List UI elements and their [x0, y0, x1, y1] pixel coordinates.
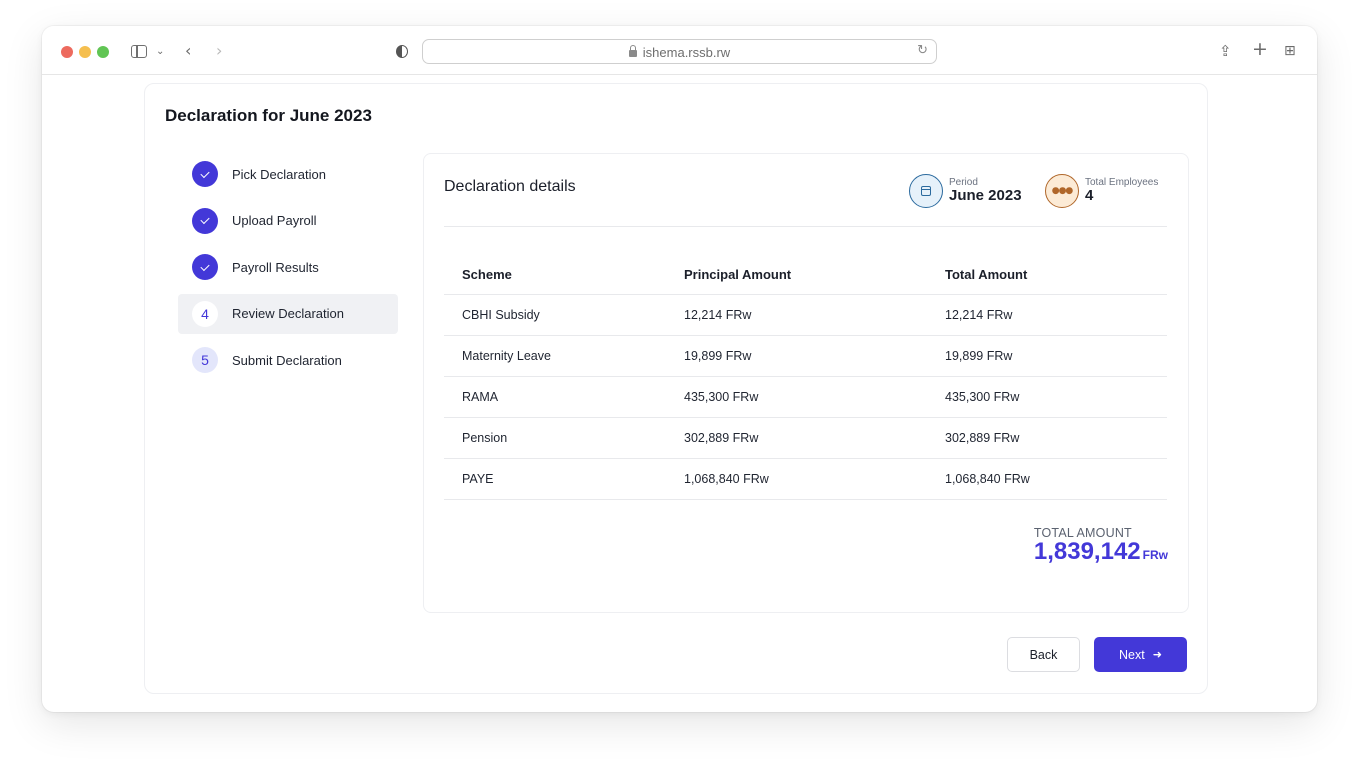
- next-button-label: Next: [1119, 647, 1145, 662]
- table-cell: 435,300 FRw: [684, 390, 759, 404]
- step-label: Submit Declaration: [232, 352, 342, 368]
- table-cell: Pension: [462, 431, 508, 445]
- url-display[interactable]: ishema.rssb.rw: [423, 45, 936, 60]
- step-pick-declaration[interactable]: Pick Declaration: [178, 154, 398, 194]
- back-button[interactable]: Back: [1007, 637, 1080, 672]
- step-number: 4: [192, 300, 218, 327]
- browser-window: ⌄ ‹ › ishema.rssb.rw ↻ ⇪ + ⊞ Declaration…: [42, 26, 1317, 712]
- table-cell: 12,214 FRw: [945, 308, 1013, 322]
- declaration-details-panel: Declaration details Period June 2023 ●●●…: [423, 153, 1189, 613]
- address-bar[interactable]: ishema.rssb.rw ↻: [422, 39, 937, 64]
- table-row: Maternity Leave 19,899 FRw 19,899 FRw: [444, 336, 1167, 377]
- table-cell: 1,068,840 FRw: [684, 472, 769, 486]
- panel-title: Declaration details: [444, 178, 576, 195]
- table-row: RAMA 435,300 FRw 435,300 FRw: [444, 377, 1167, 418]
- total-value: 1,839,142: [1033, 538, 1141, 565]
- browser-toolbar: ⌄ ‹ › ishema.rssb.rw ↻ ⇪ + ⊞: [42, 26, 1317, 75]
- table-cell: 302,889 FRw: [684, 431, 759, 445]
- table-cell: Maternity Leave: [462, 349, 551, 363]
- arrow-right-icon: ➜: [1152, 648, 1162, 661]
- close-window-button[interactable]: [61, 46, 73, 58]
- declaration-card: Declaration for June 2023 Pick Declarati…: [144, 83, 1208, 694]
- users-icon: ●●●: [1045, 174, 1079, 208]
- column-header: Total Amount: [945, 266, 1028, 282]
- shield-icon[interactable]: [396, 45, 408, 58]
- employees-summary: ●●● Total Employees 4: [1045, 174, 1158, 208]
- table-row: PAYE 1,068,840 FRw 1,068,840 FRw: [444, 459, 1167, 500]
- step-label: Payroll Results: [232, 259, 319, 275]
- step-payroll-results[interactable]: Payroll Results: [178, 247, 398, 287]
- sidebar-toggle-icon[interactable]: [131, 45, 147, 58]
- stepper: Pick Declaration Upload Payroll Payroll …: [178, 154, 398, 387]
- table-cell: 19,899 FRw: [684, 349, 752, 363]
- table-row: Pension 302,889 FRw 302,889 FRw: [444, 418, 1167, 459]
- step-check-icon: [192, 254, 218, 280]
- table-cell: 302,889 FRw: [945, 431, 1020, 445]
- page-title: Declaration for June 2023: [165, 106, 372, 125]
- table-cell: 1,068,840 FRw: [945, 472, 1030, 486]
- step-label: Upload Payroll: [232, 213, 317, 228]
- step-review-declaration[interactable]: 4 Review Declaration: [178, 293, 398, 334]
- table-cell: CBHI Subsidy: [462, 308, 540, 322]
- table-cell: 435,300 FRw: [945, 390, 1020, 404]
- minimize-window-button[interactable]: [79, 46, 91, 58]
- url-text: ishema.rssb.rw: [642, 45, 731, 60]
- table-cell: RAMA: [462, 390, 499, 404]
- new-tab-icon[interactable]: +: [1252, 37, 1268, 61]
- table-cell: 12,214 FRw: [684, 308, 752, 322]
- employees-value: 4: [1085, 187, 1094, 204]
- back-button-label: Back: [1029, 647, 1058, 662]
- tabs-overview-icon[interactable]: ⊞: [1284, 39, 1296, 63]
- step-label: Review Declaration: [232, 306, 344, 321]
- table-cell: PAYE: [462, 472, 494, 486]
- step-submit-declaration[interactable]: 5 Submit Declaration: [178, 340, 398, 380]
- divider: [444, 226, 1167, 227]
- back-icon[interactable]: ‹: [185, 39, 191, 63]
- reload-icon[interactable]: ↻: [917, 43, 928, 58]
- lock-icon: [628, 45, 637, 57]
- step-label: Pick Declaration: [232, 166, 326, 182]
- total-unit: FRw: [1142, 548, 1168, 562]
- schemes-table: Scheme Principal Amount Total Amount CBH…: [444, 254, 1167, 500]
- table-cell: 19,899 FRw: [945, 349, 1013, 363]
- share-icon[interactable]: ⇪: [1219, 39, 1232, 63]
- column-header: Principal Amount: [684, 266, 792, 282]
- employees-label: Total Employees: [1085, 177, 1159, 188]
- period-value: June 2023: [949, 187, 1022, 204]
- table-header-row: Scheme Principal Amount Total Amount: [444, 254, 1167, 295]
- next-button[interactable]: Next ➜: [1094, 637, 1187, 672]
- step-check-icon: [192, 161, 218, 187]
- chevron-down-icon[interactable]: ⌄: [156, 40, 164, 64]
- total-amount: TOTAL AMOUNT 1,839,142 FRw: [1034, 526, 1168, 564]
- forward-icon[interactable]: ›: [216, 39, 222, 63]
- column-header: Scheme: [462, 266, 512, 282]
- step-upload-payroll[interactable]: Upload Payroll: [178, 201, 398, 241]
- period-summary: Period June 2023: [909, 174, 1022, 208]
- calendar-icon: [909, 174, 943, 208]
- zoom-window-button[interactable]: [97, 46, 109, 58]
- table-row: CBHI Subsidy 12,214 FRw 12,214 FRw: [444, 295, 1167, 336]
- step-check-icon: [192, 207, 218, 234]
- step-number: 5: [192, 347, 218, 373]
